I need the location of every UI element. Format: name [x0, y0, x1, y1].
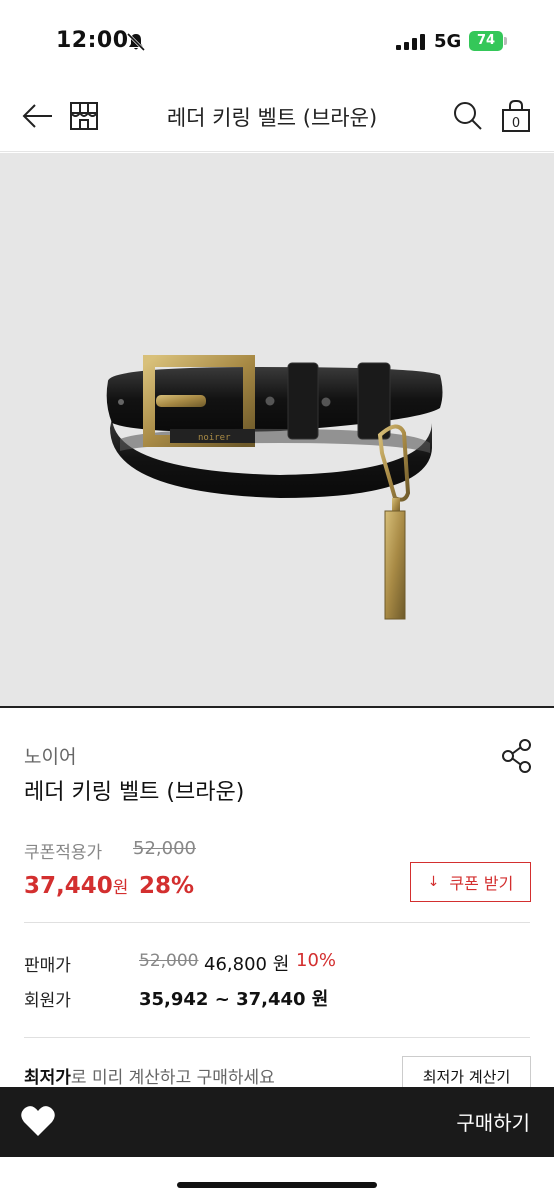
- sell-price-label: 판매가: [24, 956, 71, 976]
- coupon-price-label: 쿠폰적용가: [24, 843, 103, 863]
- heart-icon[interactable]: [20, 1104, 56, 1138]
- currency-unit: 원: [112, 878, 129, 898]
- member-price: 35,942 ~ 37,440 원: [139, 989, 329, 1010]
- sell-price: 46,800 원: [204, 954, 290, 975]
- battery-icon: 74: [469, 31, 507, 51]
- back-arrow-icon[interactable]: [20, 98, 56, 134]
- home-indicator[interactable]: [177, 1182, 377, 1188]
- status-bar: 12:00 5G 74: [0, 0, 554, 80]
- sell-original-price: 52,000: [139, 951, 199, 971]
- belt-engraving-text: noirer: [198, 433, 231, 443]
- status-time: 12:00: [56, 28, 129, 53]
- product-image[interactable]: noirer: [0, 153, 554, 706]
- lowest-price-bold: 최저가: [24, 1068, 71, 1088]
- divider: [24, 922, 530, 923]
- signal-icon: [396, 34, 425, 50]
- battery-level: 74: [469, 31, 503, 51]
- nav-bar: 레더 키링 벨트 (브라운) 0: [0, 80, 554, 152]
- safe-area: [0, 1157, 554, 1200]
- lowest-price-rest: 로 미리 계산하고 구매하세요: [70, 1068, 275, 1088]
- belt-illustration: noirer: [106, 355, 443, 620]
- member-price-label: 회원가: [24, 991, 71, 1011]
- bell-slash-icon: [126, 32, 146, 52]
- download-icon: ↓: [427, 874, 440, 890]
- brand-name[interactable]: 노이어: [24, 742, 76, 769]
- divider: [24, 1037, 530, 1038]
- shopping-bag-icon[interactable]: 0: [498, 98, 534, 134]
- sell-discount: 10%: [296, 950, 337, 971]
- divider: [0, 706, 554, 708]
- coupon-button-label: 쿠폰 받기: [449, 874, 514, 893]
- buy-button[interactable]: 구매하기: [456, 1107, 530, 1136]
- coupon-download-button[interactable]: ↓ 쿠폰 받기: [410, 862, 531, 902]
- bottom-action-bar: 구매하기: [0, 1087, 554, 1157]
- page-title: 레더 키링 벨트 (브라운): [166, 106, 378, 130]
- sale-price-value: 37,440: [24, 873, 113, 899]
- share-icon[interactable]: [500, 738, 534, 774]
- svg-text:0: 0: [512, 116, 520, 131]
- store-icon[interactable]: [66, 98, 102, 134]
- search-icon[interactable]: [450, 98, 486, 134]
- sale-price: 37,440원: [24, 873, 128, 899]
- network-label: 5G: [434, 31, 462, 52]
- product-name: 레더 키링 벨트 (브라운): [24, 780, 245, 805]
- original-price: 52,000: [133, 838, 196, 859]
- discount-rate: 28%: [139, 873, 195, 899]
- lowest-price-text: 최저가로 미리 계산하고 구매하세요: [24, 1063, 275, 1088]
